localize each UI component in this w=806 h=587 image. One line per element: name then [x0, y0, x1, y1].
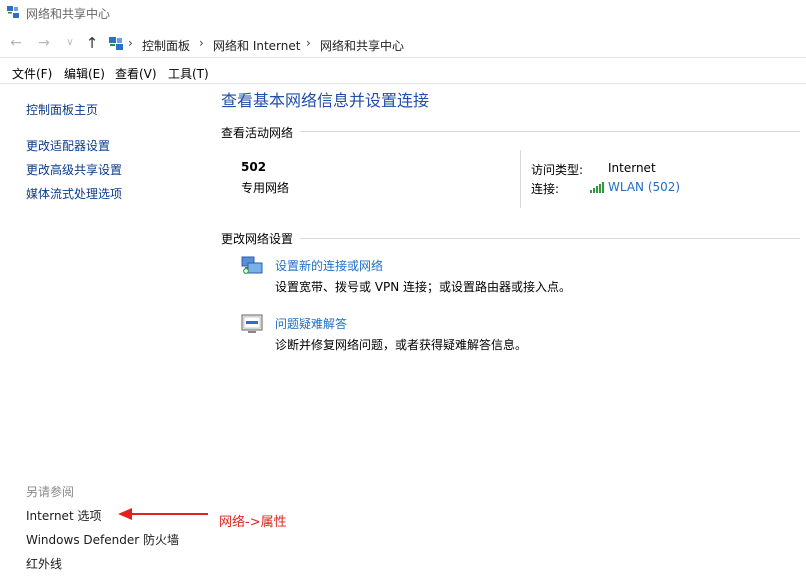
annotation-label: 网络->属性	[219, 515, 287, 530]
sidebar-change-adapter-settings[interactable]: 更改适配器设置	[26, 137, 110, 154]
up-arrow-icon[interactable]: ↑	[84, 35, 100, 51]
access-type-value: Internet	[608, 161, 656, 175]
chevron-right-icon[interactable]: ›	[306, 36, 311, 50]
breadcrumb-network-internet[interactable]: 网络和 Internet	[213, 37, 300, 54]
section-active-networks: 查看活动网络	[221, 126, 294, 140]
breadcrumb-control-panel[interactable]: 控制面板	[142, 37, 190, 54]
chevron-right-icon[interactable]: ›	[199, 36, 204, 50]
back-arrow-icon[interactable]: ←	[8, 35, 24, 51]
see-also-internet-options[interactable]: Internet 选项	[26, 507, 101, 524]
network-name: 502	[241, 160, 267, 174]
vertical-divider	[520, 150, 521, 208]
connection-label: 连接:	[531, 182, 560, 196]
setup-new-connection-desc: 设置宽带、拨号或 VPN 连接；或设置路由器或接入点。	[275, 280, 572, 294]
sidebar-media-streaming[interactable]: 媒体流式处理选项	[26, 185, 122, 202]
troubleshoot-link[interactable]: 问题疑难解答	[275, 315, 347, 332]
sidebar-control-panel-home[interactable]: 控制面板主页	[26, 101, 98, 118]
recent-dropdown-icon[interactable]: ∨	[62, 35, 78, 51]
section-divider	[300, 238, 800, 239]
access-type-label: 访问类型:	[531, 163, 584, 177]
menu-file[interactable]: 文件(F)	[12, 65, 52, 82]
sidebar-change-advanced-sharing[interactable]: 更改高级共享设置	[26, 161, 122, 178]
setup-new-connection-link[interactable]: 设置新的连接或网络	[275, 257, 383, 274]
address-bar: ← → ∨ ↑ › 控制面板 › 网络和 Internet › 网络和共享中心	[0, 30, 806, 58]
see-also-label: 另请参阅	[26, 485, 75, 499]
troubleshoot-desc: 诊断并修复网络问题，或者获得疑难解答信息。	[275, 338, 528, 352]
wlan-connection-link[interactable]: WLAN (502)	[608, 180, 680, 194]
menu-view[interactable]: 查看(V)	[115, 65, 157, 82]
control-panel-icon	[109, 37, 123, 50]
annotation-arrow-icon	[118, 508, 208, 520]
new-connection-icon	[241, 256, 263, 274]
menu-bar: 文件(F) 编辑(E) 查看(V) 工具(T)	[0, 62, 806, 84]
network-center-icon	[7, 6, 19, 18]
menu-edit[interactable]: 编辑(E)	[64, 65, 105, 82]
network-type: 专用网络	[241, 181, 290, 195]
window-title: 网络和共享中心	[26, 7, 111, 21]
page-title: 查看基本网络信息并设置连接	[221, 91, 430, 110]
troubleshoot-icon	[241, 314, 263, 333]
breadcrumb-network-sharing-center[interactable]: 网络和共享中心	[320, 37, 404, 54]
see-also-infrared[interactable]: 红外线	[26, 555, 62, 572]
section-divider	[300, 131, 800, 132]
wifi-signal-icon	[590, 182, 604, 193]
forward-arrow-icon[interactable]: →	[36, 35, 52, 51]
see-also-windows-defender-firewall[interactable]: Windows Defender 防火墙	[26, 531, 179, 548]
section-change-network-settings: 更改网络设置	[221, 232, 294, 246]
menu-tools[interactable]: 工具(T)	[168, 65, 209, 82]
title-bar: 网络和共享中心	[0, 0, 806, 26]
chevron-right-icon: ›	[128, 36, 133, 50]
